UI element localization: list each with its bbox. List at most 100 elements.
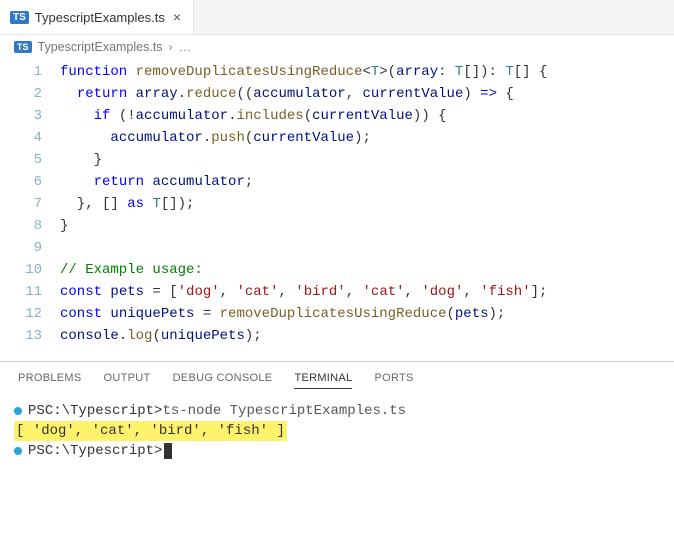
line-number: 10 bbox=[0, 259, 42, 281]
line-number: 11 bbox=[0, 281, 42, 303]
code-token: array bbox=[396, 64, 438, 80]
code-token: , bbox=[278, 284, 295, 300]
code-token: , bbox=[346, 86, 363, 102]
line-number: 9 bbox=[0, 237, 42, 259]
breadcrumb-file: TypescriptExamples.ts bbox=[38, 40, 163, 54]
code-token: ( bbox=[304, 108, 312, 124]
code-line[interactable] bbox=[60, 237, 547, 259]
code-token: [] { bbox=[514, 64, 548, 80]
code-token: ( bbox=[245, 130, 253, 146]
code-token: : bbox=[438, 64, 455, 80]
tab-output[interactable]: OUTPUT bbox=[104, 372, 151, 389]
tab-ports[interactable]: PORTS bbox=[374, 372, 413, 389]
code-token: accumulator bbox=[136, 108, 228, 124]
line-gutter: 12345678910111213 bbox=[0, 61, 60, 347]
code-line[interactable]: function removeDuplicatesUsingReduce<T>(… bbox=[60, 61, 547, 83]
terminal-line: PS C:\Typescript> bbox=[14, 441, 660, 461]
code-token: ) bbox=[463, 86, 480, 102]
code-token: = bbox=[194, 306, 219, 322]
code-token: log bbox=[127, 328, 152, 344]
line-number: 2 bbox=[0, 83, 42, 105]
code-token: console bbox=[60, 328, 119, 344]
prompt-ps: PS bbox=[28, 401, 45, 421]
code-token: 'dog' bbox=[421, 284, 463, 300]
panel-tabs: PROBLEMS OUTPUT DEBUG CONSOLE TERMINAL P… bbox=[0, 362, 674, 395]
code-token: if bbox=[94, 108, 111, 124]
code-token: pets bbox=[110, 284, 144, 300]
code-token: ); bbox=[354, 130, 371, 146]
code-token: push bbox=[211, 130, 245, 146]
terminal-command: ts-node TypescriptExamples.ts bbox=[162, 401, 406, 421]
code-token: } bbox=[60, 152, 102, 168]
chevron-right-icon: › bbox=[169, 40, 173, 54]
code-token: []): bbox=[463, 64, 505, 80]
prompt-bullet-icon bbox=[14, 447, 22, 455]
code-token bbox=[60, 174, 94, 190]
code-token bbox=[60, 86, 77, 102]
code-line[interactable]: return accumulator; bbox=[60, 171, 547, 193]
code-token: . bbox=[203, 130, 211, 146]
close-icon[interactable]: × bbox=[171, 9, 183, 25]
code-line[interactable]: } bbox=[60, 215, 547, 237]
code-token: => bbox=[480, 86, 497, 102]
line-number: 1 bbox=[0, 61, 42, 83]
code-token: , bbox=[405, 284, 422, 300]
code-token: pets bbox=[455, 306, 489, 322]
tab-problems[interactable]: PROBLEMS bbox=[18, 372, 82, 389]
code-token: . bbox=[178, 86, 186, 102]
code-token: includes bbox=[236, 108, 303, 124]
code-content[interactable]: function removeDuplicatesUsingReduce<T>(… bbox=[60, 61, 547, 347]
breadcrumb[interactable]: TS TypescriptExamples.ts › … bbox=[0, 35, 674, 59]
code-token bbox=[60, 130, 110, 146]
code-token: (! bbox=[110, 108, 135, 124]
line-number: 5 bbox=[0, 149, 42, 171]
code-token: ( bbox=[447, 306, 455, 322]
code-token: reduce bbox=[186, 86, 236, 102]
terminal-line: PS C:\Typescript> ts-node TypescriptExam… bbox=[14, 401, 660, 421]
line-number: 6 bbox=[0, 171, 42, 193]
code-token: 'cat' bbox=[363, 284, 405, 300]
tab-terminal[interactable]: TERMINAL bbox=[294, 372, 352, 389]
code-token: ); bbox=[489, 306, 506, 322]
code-token: { bbox=[497, 86, 514, 102]
code-token: )) { bbox=[413, 108, 447, 124]
code-line[interactable]: }, [] as T[]); bbox=[60, 193, 547, 215]
tab-bar: TS TypescriptExamples.ts × bbox=[0, 0, 674, 35]
code-line[interactable]: const uniquePets = removeDuplicatesUsing… bbox=[60, 303, 547, 325]
code-token: []); bbox=[161, 196, 195, 212]
terminal-cursor bbox=[164, 443, 172, 459]
code-line[interactable]: const pets = ['dog', 'cat', 'bird', 'cat… bbox=[60, 281, 547, 303]
code-token: < bbox=[362, 64, 370, 80]
code-token: // Example usage: bbox=[60, 262, 203, 278]
ts-file-icon: TS bbox=[14, 41, 32, 53]
code-token: array bbox=[136, 86, 178, 102]
editor-tab[interactable]: TS TypescriptExamples.ts × bbox=[0, 0, 194, 34]
code-token: currentValue bbox=[253, 130, 354, 146]
breadcrumb-more[interactable]: … bbox=[179, 40, 192, 54]
tab-debug-console[interactable]: DEBUG CONSOLE bbox=[173, 372, 273, 389]
code-line[interactable]: return array.reduce((accumulator, curren… bbox=[60, 83, 547, 105]
code-token: . bbox=[119, 328, 127, 344]
code-token: ]; bbox=[531, 284, 548, 300]
code-token: const bbox=[60, 306, 102, 322]
code-line[interactable]: console.log(uniquePets); bbox=[60, 325, 547, 347]
terminal[interactable]: PS C:\Typescript> ts-node TypescriptExam… bbox=[0, 395, 674, 467]
line-number: 4 bbox=[0, 127, 42, 149]
code-token bbox=[127, 64, 135, 80]
code-token: } bbox=[60, 218, 68, 234]
code-token: as bbox=[127, 196, 144, 212]
code-token: 'cat' bbox=[236, 284, 278, 300]
code-token: 'dog' bbox=[178, 284, 220, 300]
code-line[interactable]: accumulator.push(currentValue); bbox=[60, 127, 547, 149]
prompt-ps: PS bbox=[28, 441, 45, 461]
code-token: >( bbox=[379, 64, 396, 80]
code-line[interactable]: } bbox=[60, 149, 547, 171]
code-line[interactable]: // Example usage: bbox=[60, 259, 547, 281]
code-editor[interactable]: 12345678910111213 function removeDuplica… bbox=[0, 59, 674, 355]
code-token: removeDuplicatesUsingReduce bbox=[220, 306, 447, 322]
code-line[interactable]: if (!accumulator.includes(currentValue))… bbox=[60, 105, 547, 127]
line-number: 3 bbox=[0, 105, 42, 127]
code-token bbox=[60, 108, 94, 124]
code-token: return bbox=[94, 174, 144, 190]
code-token: uniquePets bbox=[110, 306, 194, 322]
